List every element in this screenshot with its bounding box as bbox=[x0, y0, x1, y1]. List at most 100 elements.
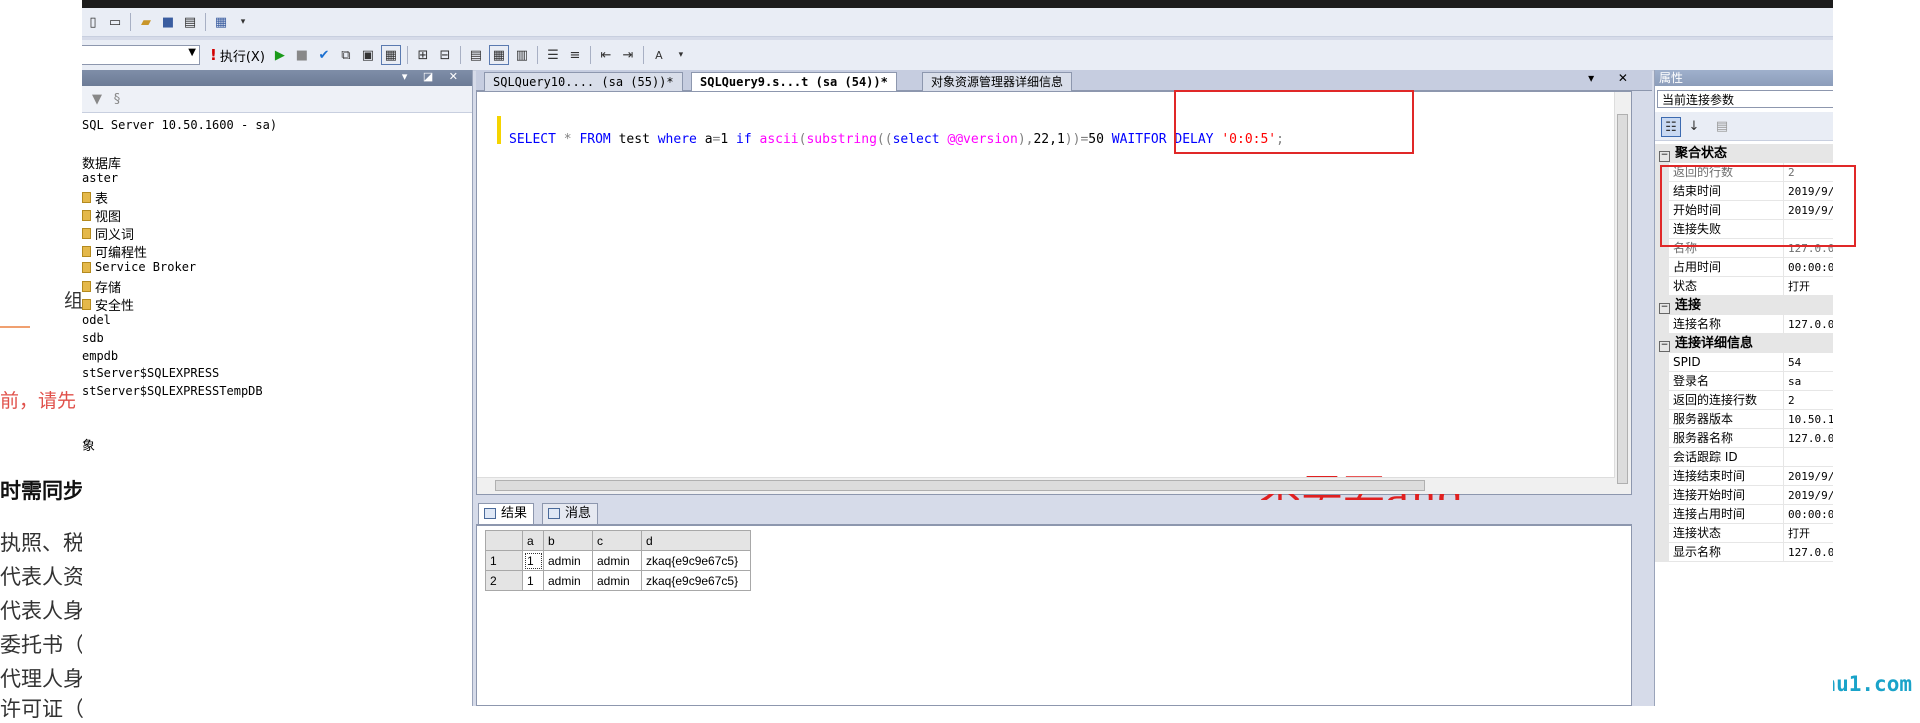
activity-monitor-icon[interactable]: ▦ bbox=[212, 13, 230, 31]
tree-node[interactable]: 安全性 bbox=[82, 295, 134, 314]
category-connection[interactable]: − 连接 bbox=[1655, 296, 1833, 315]
results-to-grid-icon[interactable]: ▦ bbox=[380, 45, 401, 65]
property-row[interactable]: 连接开始时间2019/9/4 0:51:51 bbox=[1655, 486, 1833, 505]
tree-node[interactable]: 同义词 bbox=[82, 224, 134, 243]
comment-icon[interactable]: ☰ bbox=[544, 46, 562, 64]
tab-sqlquery10[interactable]: SQLQuery10.... (sa (55))* bbox=[484, 72, 683, 91]
property-row[interactable]: 服务器版本10.50.1600 bbox=[1655, 410, 1833, 429]
property-row[interactable]: 连接占用时间00:00:05.093 bbox=[1655, 505, 1833, 524]
tree-node[interactable]: 表 bbox=[82, 188, 108, 207]
tree-node[interactable]: stServer$SQLEXPRESS bbox=[82, 366, 219, 380]
table-cell[interactable]: zkaq{e9c9e67c5} bbox=[641, 570, 751, 591]
property-pages-icon[interactable]: ▤ bbox=[1713, 117, 1731, 135]
alphabetical-sort-icon[interactable]: ↓ bbox=[1685, 117, 1703, 135]
row-number-header bbox=[485, 530, 523, 551]
tree-node[interactable]: 象 bbox=[82, 435, 95, 454]
tab-controls[interactable]: ▾ ✕ bbox=[1588, 71, 1638, 85]
property-row[interactable]: 返回的连接行数 2 bbox=[1655, 391, 1833, 410]
tab-results[interactable]: 结果 bbox=[478, 503, 535, 524]
column-header[interactable]: c bbox=[592, 530, 642, 551]
toolbar-options-icon[interactable]: ▾ bbox=[672, 46, 690, 64]
tree-node[interactable]: empdb bbox=[82, 349, 118, 363]
refresh-icon[interactable]: § bbox=[108, 90, 126, 108]
panel-controls[interactable]: ▾ ◪ ✕ bbox=[402, 70, 464, 83]
tree-node-server[interactable]: SQL Server 10.50.1600 - sa) bbox=[82, 118, 277, 132]
property-row[interactable]: 服务器名称127.0.0.1 bbox=[1655, 429, 1833, 448]
property-row[interactable]: 会话跟踪 ID bbox=[1655, 448, 1833, 467]
cancel-query-icon[interactable]: ■ bbox=[293, 46, 311, 64]
tree-node[interactable]: 数据库 bbox=[82, 153, 121, 172]
tree-node[interactable]: 存储 bbox=[82, 277, 121, 296]
parse-icon[interactable]: ✔ bbox=[315, 46, 333, 64]
include-plan-icon[interactable]: ⊞ bbox=[414, 46, 432, 64]
property-row[interactable]: 占用时间00:00:05.093 bbox=[1655, 258, 1833, 277]
property-row[interactable]: 显示名称127.0.0.1 bbox=[1655, 543, 1833, 562]
results-to-text-icon[interactable]: ▤ bbox=[467, 46, 485, 64]
tree-node[interactable]: stServer$SQLEXPRESSTempDB bbox=[82, 384, 263, 398]
database-select[interactable]: ▼ bbox=[82, 45, 200, 65]
category-connection-details[interactable]: − 连接详细信息 bbox=[1655, 334, 1833, 353]
print-icon[interactable]: ▤ bbox=[181, 13, 199, 31]
table-cell[interactable]: admin bbox=[592, 550, 642, 571]
table-cell[interactable]: zkaq{e9c9e67c5} bbox=[641, 550, 751, 571]
tree-node[interactable]: 视图 bbox=[82, 206, 121, 225]
column-header[interactable]: a bbox=[522, 530, 544, 551]
tree-node-label: 表 bbox=[95, 192, 109, 207]
table-cell[interactable]: 1 bbox=[522, 550, 544, 571]
tab-messages[interactable]: 消息 bbox=[542, 503, 599, 524]
collapse-icon[interactable]: − bbox=[1659, 341, 1670, 352]
estimated-plan-icon[interactable]: ⧉ bbox=[337, 46, 355, 64]
changed-line-marker bbox=[497, 116, 501, 144]
editor-vertical-scrollbar[interactable] bbox=[1614, 92, 1631, 494]
row-number[interactable]: 1 bbox=[485, 550, 523, 571]
tree-node[interactable]: 可编程性 bbox=[82, 242, 147, 261]
client-stats-icon[interactable]: ⊟ bbox=[436, 46, 454, 64]
background-webpage-right: qshu1.com bbox=[1798, 0, 1920, 706]
property-row[interactable]: 连接名称127.0.0.1 (sa) bbox=[1655, 315, 1833, 334]
decrease-indent-icon[interactable]: ⇤ bbox=[597, 46, 615, 64]
table-cell[interactable]: admin bbox=[592, 570, 642, 591]
property-row[interactable]: 连接结束时间2019/9/4 0:51:57 bbox=[1655, 467, 1833, 486]
property-row[interactable]: SPID 54 bbox=[1655, 353, 1833, 372]
table-cell[interactable]: admin bbox=[543, 550, 593, 571]
categorized-icon[interactable]: ☷ bbox=[1661, 117, 1681, 137]
filter-icon[interactable]: ▼ bbox=[88, 90, 106, 108]
collapse-icon[interactable]: − bbox=[1659, 151, 1670, 162]
query-editor[interactable]: SELECT * FROM test where a=1 if ascii(su… bbox=[476, 91, 1632, 520]
open-folder-icon[interactable]: ▰ bbox=[137, 13, 155, 31]
scroll-thumb[interactable] bbox=[495, 480, 1425, 491]
property-row[interactable]: 登录名 sa bbox=[1655, 372, 1833, 391]
row-number[interactable]: 2 bbox=[485, 570, 523, 591]
query-text[interactable]: SELECT * FROM test where a=1 if ascii(su… bbox=[509, 132, 1284, 147]
results-grid-toggle-icon[interactable]: ▦ bbox=[488, 45, 509, 65]
execute-button[interactable]: ! 执行(X) bbox=[210, 46, 265, 65]
debug-icon[interactable]: ▶ bbox=[271, 46, 289, 64]
save-icon[interactable]: ■ bbox=[159, 13, 177, 31]
uncomment-icon[interactable]: ≡ bbox=[566, 46, 584, 64]
property-row[interactable]: 连接状态 打开 bbox=[1655, 524, 1833, 543]
category-aggregate-status[interactable]: − 聚合状态 bbox=[1655, 144, 1833, 163]
new-query-icon[interactable]: ▯ bbox=[84, 13, 102, 31]
column-header[interactable]: d bbox=[641, 530, 751, 551]
query-designer-icon[interactable]: ▣ bbox=[359, 46, 377, 64]
properties-object-select[interactable]: 当前连接参数 ▼ bbox=[1657, 90, 1833, 108]
results-to-file-icon[interactable]: ▥ bbox=[513, 46, 531, 64]
property-row[interactable]: 状态 打开 bbox=[1655, 277, 1833, 296]
new-file-icon[interactable]: ▭ bbox=[106, 13, 124, 31]
toolbar-options-icon[interactable]: ▾ bbox=[234, 13, 252, 31]
tab-sqlquery9[interactable]: SQLQuery9.s...t (sa (54))* bbox=[691, 72, 897, 91]
editor-horizontal-scrollbar[interactable] bbox=[477, 477, 1615, 494]
collapse-icon[interactable]: − bbox=[1659, 303, 1670, 314]
table-cell[interactable]: 1 bbox=[522, 570, 544, 591]
increase-indent-icon[interactable]: ⇥ bbox=[619, 46, 637, 64]
tree-node[interactable]: sdb bbox=[82, 331, 104, 345]
column-header[interactable]: b bbox=[543, 530, 593, 551]
table-cell[interactable]: admin bbox=[543, 570, 593, 591]
tree-node[interactable]: Service Broker bbox=[82, 260, 196, 274]
scroll-thumb[interactable] bbox=[1617, 114, 1628, 484]
results-table: a b c d 1 1 admin admin zkaq{e9c9e67c5} … bbox=[485, 530, 751, 591]
tree-node[interactable]: odel bbox=[82, 313, 111, 327]
specify-values-icon[interactable]: A bbox=[650, 46, 668, 64]
tab-object-explorer-details[interactable]: 对象资源管理器详细信息 bbox=[922, 72, 1073, 91]
tree-node[interactable]: aster bbox=[82, 171, 118, 185]
